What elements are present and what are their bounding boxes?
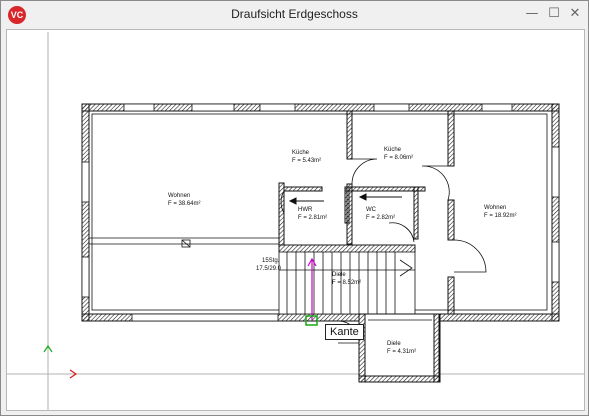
title-bar[interactable]: VC Draufsicht Erdgeschoss — ☐ ✕ bbox=[1, 1, 588, 28]
coordinate-axes bbox=[7, 32, 584, 410]
drawing-canvas[interactable]: Wohnen F = 38.64m² Küche F = 5.43m² Küch… bbox=[6, 29, 585, 411]
stair-steps-label: 15Stg. bbox=[262, 258, 280, 264]
room-name: Wohnen bbox=[484, 205, 506, 211]
room-name: Diele bbox=[387, 341, 401, 347]
application-window: VC Draufsicht Erdgeschoss — ☐ ✕ Wohnen F… bbox=[0, 0, 589, 416]
room-name: Küche bbox=[292, 150, 310, 156]
stair-dimension-label: 17.5/29.0 bbox=[256, 266, 282, 272]
room-area: F = 8.06m² bbox=[384, 155, 413, 161]
minimize-button[interactable]: — bbox=[523, 5, 541, 23]
room-area: F = 18.92m² bbox=[484, 213, 517, 219]
room-name: Wohnen bbox=[168, 193, 190, 199]
room-area: F = 5.43m² bbox=[292, 158, 321, 164]
room-area: F = 4.31m² bbox=[387, 349, 416, 355]
floor-plan: Wohnen F = 38.64m² Küche F = 5.43m² Küch… bbox=[7, 32, 584, 410]
room-name: HWR bbox=[298, 207, 313, 213]
room-area: F = 2.81m² bbox=[298, 215, 327, 221]
maximize-button[interactable]: ☐ bbox=[545, 5, 563, 23]
room-name: WC bbox=[366, 207, 377, 213]
close-button[interactable]: ✕ bbox=[566, 5, 584, 23]
room-name: Diele bbox=[332, 272, 346, 278]
snap-tooltip: Kante bbox=[325, 324, 364, 340]
room-name: Küche bbox=[384, 147, 402, 153]
window-title: Draufsicht Erdgeschoss bbox=[231, 7, 358, 21]
lower-hall bbox=[358, 313, 441, 383]
room-area: F = 2.82m² bbox=[366, 215, 395, 221]
room-area: F = 38.64m² bbox=[168, 201, 201, 207]
room-area: F = 8.52m² bbox=[332, 280, 361, 286]
